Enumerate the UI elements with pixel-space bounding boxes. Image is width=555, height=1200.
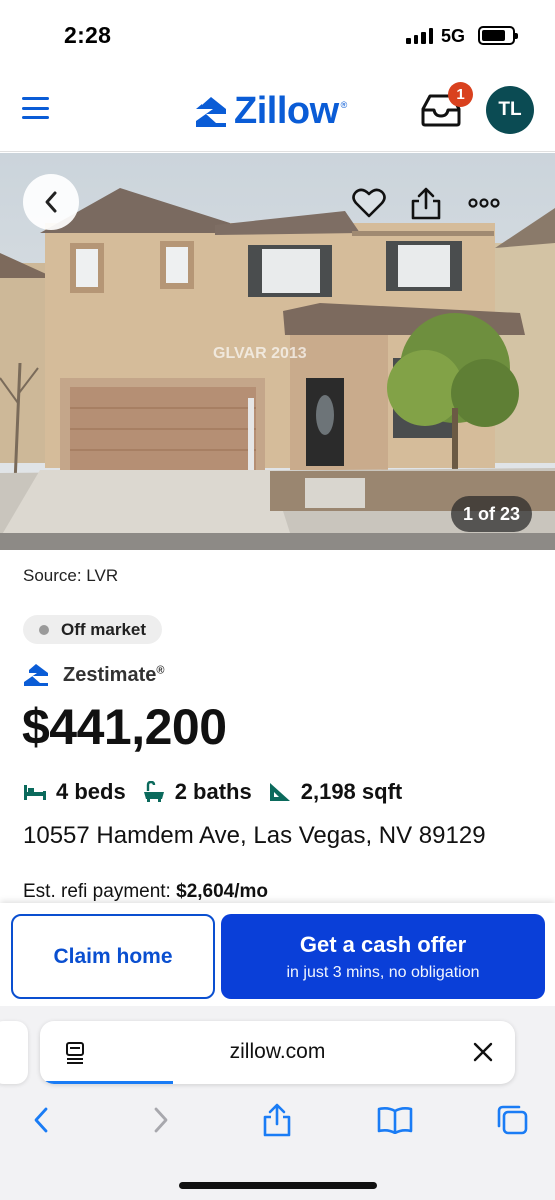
- share-icon: [411, 187, 441, 220]
- tabs-icon: [497, 1105, 528, 1135]
- baths-text: 2 baths: [174, 779, 252, 804]
- address-bar[interactable]: zillow.com: [40, 1021, 515, 1084]
- signal-icon: [406, 28, 433, 44]
- property-address: 10557 Hamdem Ave, Las Vegas, NV 89129: [23, 822, 486, 849]
- listing-source: Source: LVR: [23, 566, 119, 585]
- chevron-right-icon: [154, 1107, 168, 1133]
- status-bar: 2:28 5G: [0, 0, 555, 72]
- previous-tab-peek[interactable]: [0, 1021, 28, 1084]
- browser-toolbar: [0, 1100, 555, 1140]
- back-button[interactable]: [23, 174, 79, 230]
- photo-watermark: GLVAR 2013: [213, 345, 307, 362]
- more-dots-icon: [468, 198, 500, 208]
- zestimate-row: Zestimate®: [23, 663, 164, 687]
- tabs-button[interactable]: [492, 1100, 532, 1140]
- app-header: Zillow ® 1 TL: [0, 72, 555, 152]
- cash-offer-sublabel: in just 3 mins, no obligation: [286, 963, 480, 981]
- logo-text: Zillow: [234, 90, 339, 132]
- cta-bar: Claim home Get a cash offer in just 3 mi…: [0, 903, 555, 1015]
- zestimate-price: $441,200: [22, 699, 227, 755]
- chevron-left-icon: [34, 1107, 48, 1133]
- sqft-fact: 2,198 sqft: [268, 779, 403, 805]
- inbox-badge: 1: [448, 82, 473, 107]
- zillow-logo[interactable]: Zillow ®: [194, 90, 347, 133]
- page-load-progress: [40, 1081, 173, 1084]
- home-facts: 4 beds 2 baths 2,198 sqft: [23, 779, 418, 805]
- share-icon: [263, 1103, 291, 1137]
- browser-share-button[interactable]: [257, 1100, 297, 1140]
- zestimate-label: Zestimate: [63, 663, 157, 686]
- listing-photo[interactable]: GLVAR 2013 1 of 23: [0, 153, 555, 550]
- baths-fact: 2 baths: [142, 779, 252, 805]
- browser-forward-button[interactable]: [141, 1100, 181, 1140]
- browser-back-button[interactable]: [21, 1100, 61, 1140]
- status-badge: Off market: [23, 615, 163, 644]
- browser-bottom-bar: zillow.com: [0, 1006, 555, 1200]
- bathtub-icon: [143, 781, 164, 802]
- url-text: zillow.com: [229, 1040, 326, 1063]
- chevron-left-icon: [45, 191, 57, 213]
- status-text: Off market: [61, 619, 147, 639]
- status-dot-icon: [39, 624, 49, 635]
- share-button[interactable]: [406, 183, 446, 223]
- bookmarks-button[interactable]: [375, 1100, 415, 1140]
- book-icon: [377, 1107, 413, 1134]
- more-options-button[interactable]: [464, 183, 504, 223]
- home-indicator: [179, 1182, 377, 1189]
- claim-home-button[interactable]: Claim home: [11, 914, 215, 999]
- user-avatar[interactable]: TL: [486, 86, 534, 134]
- zillow-house-icon: [196, 96, 226, 127]
- battery-icon: [478, 26, 518, 45]
- logo-registered-mark: ®: [340, 100, 348, 110]
- heart-icon: [352, 188, 386, 218]
- menu-icon[interactable]: [22, 97, 49, 119]
- area-ruler-icon: [269, 783, 290, 801]
- refi-value: $2,604/mo: [176, 881, 269, 902]
- cash-offer-button[interactable]: Get a cash offer in just 3 mins, no obli…: [221, 914, 545, 999]
- sqft-text: 2,198 sqft: [300, 779, 403, 804]
- close-icon[interactable]: [471, 1040, 495, 1064]
- network-label: 5G: [441, 26, 466, 46]
- refi-payment: Est. refi payment: $2,604/mo: [23, 881, 268, 903]
- beds-text: 4 beds: [56, 779, 126, 804]
- beds-fact: 4 beds: [23, 779, 126, 805]
- photo-counter: 1 of 23: [450, 496, 532, 532]
- save-home-button[interactable]: [349, 183, 389, 223]
- zestimate-logo-icon: [24, 664, 48, 686]
- bed-icon: [24, 785, 46, 800]
- refi-label: Est. refi payment:: [23, 881, 171, 902]
- zestimate-registered-mark: ®: [156, 663, 165, 676]
- cash-offer-label: Get a cash offer: [299, 931, 467, 957]
- status-time: 2:28: [64, 22, 112, 48]
